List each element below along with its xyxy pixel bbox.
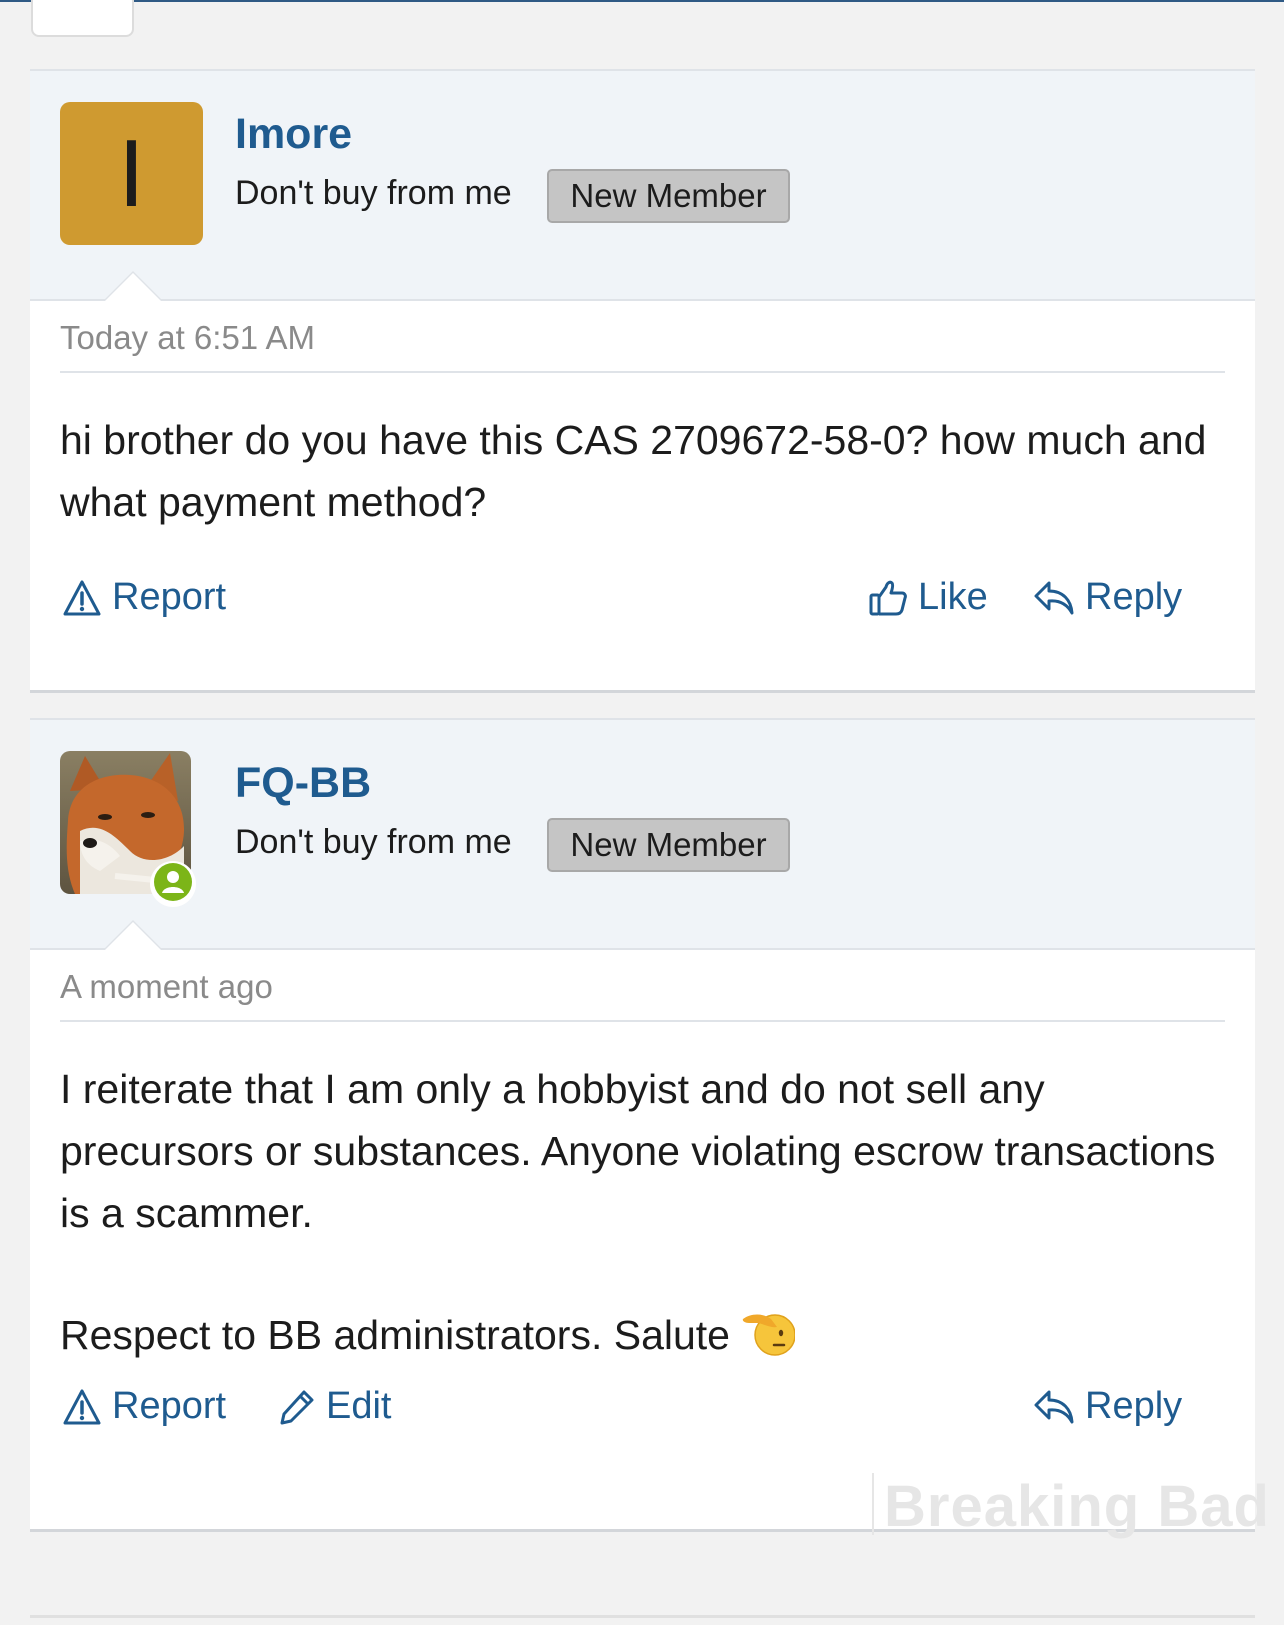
edit-button[interactable]: Edit — [278, 1385, 391, 1428]
thumbs-up-icon — [868, 578, 908, 618]
avatar-letter: I — [60, 102, 203, 245]
member-badge: New Member — [547, 169, 790, 223]
reply-icon — [1033, 1388, 1075, 1426]
post-timestamp[interactable]: Today at 6:51 AM — [60, 319, 1225, 373]
user-tagline: Don't buy from me — [235, 823, 512, 861]
member-badge: New Member — [547, 818, 790, 872]
header-pointer — [103, 920, 163, 950]
post-paragraph: hi brother do you have this CAS 2709672-… — [60, 417, 1207, 525]
post-paragraph: Respect to BB administrators. Salute — [60, 1304, 1225, 1376]
post-header: I Imore Don't buy from me New Member — [30, 71, 1255, 301]
reply-label: Reply — [1085, 1385, 1183, 1427]
header-pointer — [103, 271, 163, 301]
post-imore: I Imore Don't buy from me New Member Tod… — [30, 69, 1255, 693]
post-body: hi brother do you have this CAS 2709672-… — [60, 409, 1225, 533]
like-label: Like — [918, 576, 988, 618]
post-paragraph: I reiterate that I am only a hobbyist an… — [60, 1066, 1216, 1236]
top-divider — [0, 0, 1284, 2]
post-timestamp[interactable]: A moment ago — [60, 968, 1225, 1022]
avatar[interactable] — [60, 751, 203, 907]
saluting-face-emoji — [741, 1307, 797, 1376]
like-button[interactable]: Like — [868, 576, 988, 619]
reply-icon — [1033, 579, 1075, 617]
user-icon — [154, 862, 192, 906]
avatar[interactable]: I — [60, 102, 203, 245]
post-body: I reiterate that I am only a hobbyist an… — [60, 1058, 1225, 1376]
post-header: FQ-BB Don't buy from me New Member — [30, 720, 1255, 950]
post-fq-bb: FQ-BB Don't buy from me New Member A mom… — [30, 718, 1255, 1532]
bottom-divider — [30, 1615, 1255, 1618]
reply-button[interactable]: Reply — [1033, 1385, 1182, 1428]
warning-icon — [62, 579, 102, 617]
report-button[interactable]: Report — [62, 1385, 226, 1428]
previous-control-stub[interactable] — [31, 0, 134, 37]
warning-icon — [62, 1388, 102, 1426]
watermark: Breaking Bad — [872, 1473, 1270, 1539]
pencil-icon — [278, 1388, 316, 1426]
online-status-badge — [150, 861, 196, 907]
report-button[interactable]: Report — [62, 576, 226, 619]
username[interactable]: Imore — [235, 110, 352, 159]
reply-label: Reply — [1085, 576, 1183, 618]
user-tagline: Don't buy from me — [235, 174, 512, 212]
post-paragraph-text: Respect to BB administrators. Salute — [60, 1312, 730, 1358]
report-label: Report — [112, 576, 227, 618]
report-label: Report — [112, 1385, 227, 1427]
edit-label: Edit — [326, 1385, 392, 1427]
reply-button[interactable]: Reply — [1033, 576, 1182, 619]
username[interactable]: FQ-BB — [235, 759, 371, 808]
